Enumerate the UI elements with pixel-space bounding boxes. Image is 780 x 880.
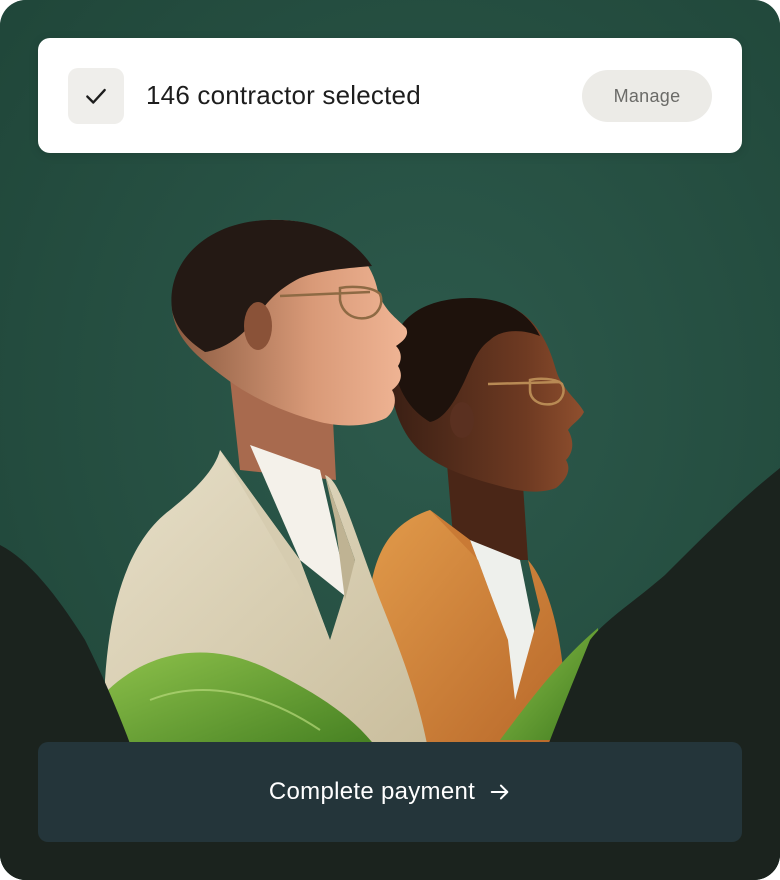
complete-payment-label: Complete payment: [268, 778, 476, 805]
selection-bar: 146 contractor selected Manage: [38, 38, 742, 153]
contractor-payment-card: 146 contractor selected Manage Complete …: [0, 0, 780, 880]
manage-button[interactable]: Manage: [582, 70, 712, 122]
selection-count-text: 146 contractor selected: [146, 80, 421, 110]
complete-payment-button[interactable]: Complete payment: [38, 742, 742, 842]
check-icon: [86, 88, 106, 104]
select-checkbox[interactable]: [68, 68, 124, 124]
arrow-right-icon: [489, 781, 511, 803]
